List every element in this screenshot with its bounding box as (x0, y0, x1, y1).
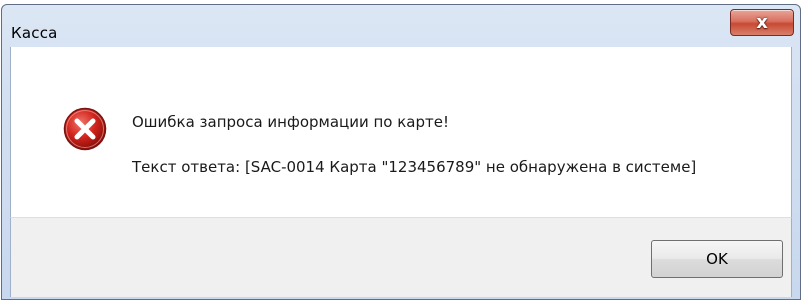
error-message: Ошибка запроса информации по карте! (132, 113, 449, 131)
message-dialog: Касса x Ошибка запроса информации по кар… (1, 4, 801, 300)
window-title: Касса (11, 24, 58, 42)
close-button[interactable]: x (730, 9, 794, 36)
close-icon: x (756, 12, 768, 33)
message-area: Ошибка запроса информации по карте! Текс… (10, 47, 792, 217)
error-icon (63, 107, 107, 151)
response-text: Текст ответа: [SAC-0014 Карта "123456789… (132, 158, 697, 176)
ok-button[interactable]: OK (651, 240, 783, 278)
button-bar: OK (10, 217, 792, 297)
title-bar[interactable]: Касса x (2, 5, 800, 47)
